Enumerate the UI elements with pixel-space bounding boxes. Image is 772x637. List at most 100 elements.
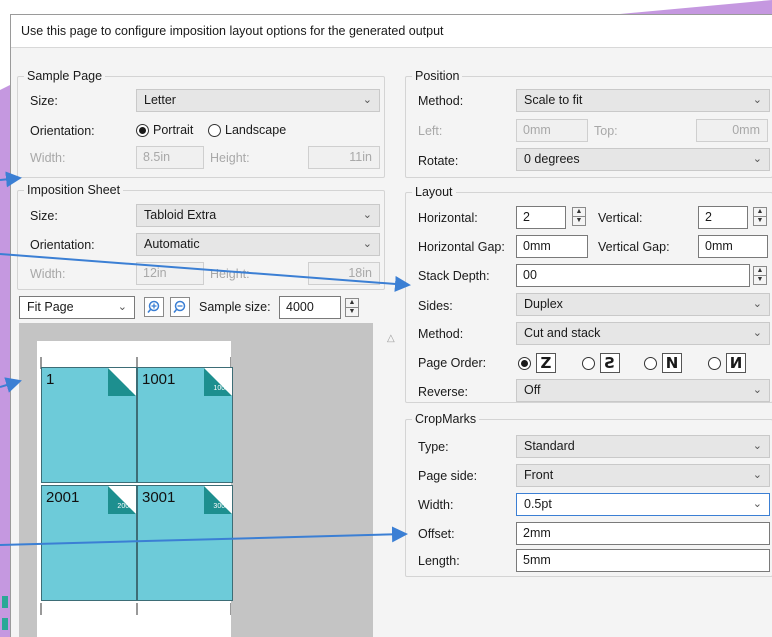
- top-label: Top:: [594, 124, 618, 138]
- description-text: Use this page to configure imposition la…: [21, 24, 444, 38]
- sample-width-field: 8.5in: [136, 146, 204, 169]
- imposition-sheet-group: Imposition Sheet Size: Tabloid Extra ⌄ Or…: [17, 183, 385, 290]
- zoom-select[interactable]: Fit Page ⌄: [19, 296, 135, 319]
- chevron-down-icon: ⌄: [752, 440, 762, 452]
- page-tile: 1001 1002: [137, 367, 233, 483]
- reverse-value: Off: [524, 383, 541, 397]
- cropmarks-legend: CropMarks: [412, 412, 480, 426]
- sheet-size-select[interactable]: Tabloid Extra ⌄: [136, 204, 380, 227]
- zoom-in-button[interactable]: [144, 297, 164, 317]
- tile-back-number: 1002: [213, 385, 229, 392]
- description-bar: Use this page to configure imposition la…: [11, 15, 772, 48]
- spin-up-icon[interactable]: ▲: [754, 267, 766, 276]
- layout-method-select[interactable]: Cut and stack ⌄: [516, 322, 770, 345]
- chevron-down-icon: ⌄: [752, 153, 762, 165]
- zoom-out-icon: [173, 300, 186, 314]
- reverse-label: Reverse:: [418, 385, 469, 399]
- spin-down-icon[interactable]: ▼: [346, 308, 358, 316]
- vertical-field[interactable]: 2: [698, 206, 748, 229]
- spin-up-icon[interactable]: ▲: [573, 208, 585, 217]
- page-order-label: Page Order:: [418, 356, 487, 370]
- tile-number: 1001: [142, 371, 176, 388]
- page-order-radio-3[interactable]: [644, 357, 657, 370]
- sample-page-legend: Sample Page: [24, 69, 106, 83]
- order-n-up-icon[interactable]: N: [662, 353, 682, 373]
- page-order-radio-4[interactable]: [708, 357, 721, 370]
- page-tile: 1 2: [41, 367, 137, 483]
- layout-legend: Layout: [412, 185, 456, 199]
- page-order-radio-2[interactable]: [582, 357, 595, 370]
- page-order-radio-1[interactable]: [518, 357, 531, 370]
- tile-back-number: 3002: [213, 503, 229, 510]
- sample-size-count-field[interactable]: 4000: [279, 296, 341, 319]
- rotate-select[interactable]: 0 degrees ⌄: [516, 148, 770, 171]
- tile-back-number: 2002: [117, 503, 133, 510]
- position-method-value: Scale to fit: [524, 93, 583, 107]
- imposition-sheet-legend: Imposition Sheet: [24, 183, 124, 197]
- sheet-width-field: 12in: [136, 262, 204, 285]
- crop-length-field[interactable]: 5mm: [516, 549, 770, 572]
- vgap-field[interactable]: 0mm: [698, 235, 768, 258]
- sides-label: Sides:: [418, 299, 453, 313]
- tile-number: 2001: [46, 489, 80, 506]
- horizontal-field[interactable]: 2: [516, 206, 566, 229]
- cropmarks-group: CropMarks Type: Standard ⌄ Page side: Fro…: [405, 412, 772, 577]
- reverse-select[interactable]: Off ⌄: [516, 379, 770, 402]
- crop-offset-field[interactable]: 2mm: [516, 522, 770, 545]
- spin-down-icon[interactable]: ▼: [754, 276, 766, 284]
- sample-width-label: Width:: [30, 151, 66, 165]
- rotate-label: Rotate:: [418, 154, 459, 168]
- crop-width-select[interactable]: 0.5pt ⌄: [516, 493, 770, 516]
- chevron-down-icon: ⌄: [752, 384, 762, 396]
- sheet-orientation-select[interactable]: Automatic ⌄: [136, 233, 380, 256]
- sample-size-select[interactable]: Letter ⌄: [136, 89, 380, 112]
- sample-size-spinner[interactable]: ▲ ▼: [345, 298, 359, 317]
- stack-depth-field[interactable]: 00: [516, 264, 750, 287]
- order-z-icon[interactable]: Z: [536, 353, 556, 373]
- crop-type-select[interactable]: Standard ⌄: [516, 435, 770, 458]
- spin-up-icon[interactable]: ▲: [346, 299, 358, 308]
- order-reverse-z-icon[interactable]: Ƨ: [600, 353, 620, 373]
- crop-type-label: Type:: [418, 440, 449, 454]
- spin-down-icon[interactable]: ▼: [754, 217, 766, 225]
- tile-back-number: 2: [129, 385, 133, 392]
- vertical-spinner[interactable]: ▲ ▼: [753, 207, 767, 226]
- sides-value: Duplex: [524, 297, 563, 311]
- chevron-down-icon: ⌄: [362, 238, 372, 250]
- stack-depth-spinner[interactable]: ▲ ▼: [753, 266, 767, 285]
- sides-select[interactable]: Duplex ⌄: [516, 293, 770, 316]
- tile-number: 3001: [142, 489, 176, 506]
- portrait-radio[interactable]: [136, 124, 149, 137]
- vertical-label: Vertical:: [598, 211, 643, 225]
- page-side-select[interactable]: Front ⌄: [516, 464, 770, 487]
- chevron-down-icon: ⌄: [362, 94, 372, 106]
- horizontal-spinner[interactable]: ▲ ▼: [572, 207, 586, 226]
- crop-type-value: Standard: [524, 439, 575, 453]
- landscape-radio[interactable]: [208, 124, 221, 137]
- scroll-up-icon[interactable]: △: [387, 333, 395, 344]
- order-n-down-icon[interactable]: И: [726, 353, 746, 373]
- sample-height-field: 11in: [308, 146, 380, 169]
- chevron-down-icon: ⌄: [752, 94, 762, 106]
- sample-height-label: Height:: [210, 151, 250, 165]
- spin-up-icon[interactable]: ▲: [754, 208, 766, 217]
- hgap-label: Horizontal Gap:: [418, 240, 505, 254]
- crop-width-label: Width:: [418, 498, 454, 512]
- zoom-out-button[interactable]: [170, 297, 190, 317]
- stack-depth-label: Stack Depth:: [418, 269, 490, 283]
- crop-width-value: 0.5pt: [524, 497, 552, 511]
- sheet-width-label: Width:: [30, 267, 66, 281]
- page-tile: 3001 3002: [137, 485, 233, 601]
- hgap-field[interactable]: 0mm: [516, 235, 588, 258]
- portrait-label[interactable]: Portrait: [153, 123, 193, 137]
- crop-offset-label: Offset:: [418, 527, 455, 541]
- page-side-label: Page side:: [418, 469, 478, 483]
- position-group: Position Method: Scale to fit ⌄ Left: 0mm…: [405, 69, 772, 178]
- position-method-select[interactable]: Scale to fit ⌄: [516, 89, 770, 112]
- sample-size-label: Size:: [30, 94, 58, 108]
- top-field: 0mm: [696, 119, 768, 142]
- landscape-label[interactable]: Landscape: [225, 123, 286, 137]
- spin-down-icon[interactable]: ▼: [573, 217, 585, 225]
- sample-size-count-label: Sample size:: [199, 300, 271, 314]
- sheet-height-field: 18in: [308, 262, 380, 285]
